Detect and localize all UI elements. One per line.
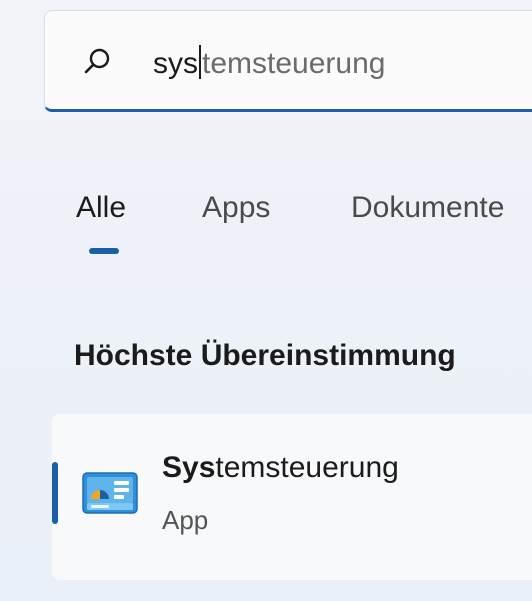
search-input[interactable]: sys temsteuerung: [153, 45, 385, 82]
search-window: sys temsteuerung Alle Apps Dokumente Höch…: [0, 0, 532, 601]
filter-tabs: Alle Apps Dokumente: [76, 186, 532, 266]
search-box[interactable]: sys temsteuerung: [44, 10, 532, 112]
search-typed-text: sys: [153, 47, 198, 80]
result-title-rest: temsteuerung: [215, 451, 399, 484]
search-autocomplete-suggestion: temsteuerung: [202, 47, 386, 80]
result-title-match: Sys: [162, 451, 216, 484]
tab-apps[interactable]: Apps: [202, 186, 270, 230]
search-icon: [84, 48, 110, 74]
selection-indicator: [52, 462, 58, 524]
best-match-result[interactable]: Systemsteuerung App: [52, 414, 532, 580]
best-match-heading: Höchste Übereinstimmung: [74, 339, 456, 372]
control-panel-icon: [82, 472, 138, 514]
active-tab-indicator: [89, 248, 119, 254]
result-type-label: App: [162, 505, 209, 535]
result-title: Systemsteuerung: [162, 448, 399, 488]
tab-all[interactable]: Alle: [76, 186, 126, 230]
tab-documents[interactable]: Dokumente: [351, 186, 504, 230]
text-caret: [199, 45, 201, 79]
